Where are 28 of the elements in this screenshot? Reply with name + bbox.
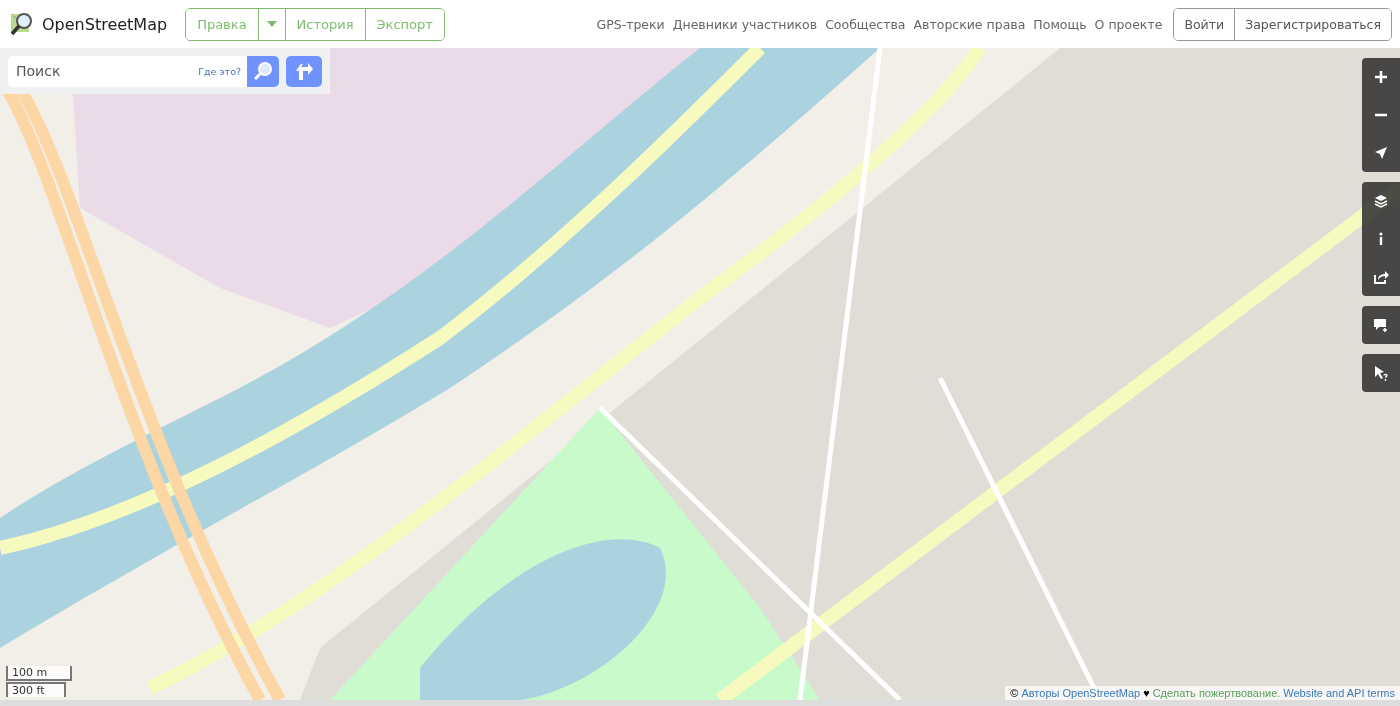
nav-link[interactable]: Помощь <box>1033 16 1087 32</box>
where-is-this-link[interactable]: Где это? <box>198 65 241 77</box>
note-add-icon <box>1373 317 1389 333</box>
terms-link[interactable]: Website and API terms <box>1283 687 1395 699</box>
auth-button[interactable]: Зарегистрироваться <box>1234 8 1391 40</box>
search-field[interactable]: Поиск Где это? <box>8 55 247 87</box>
nav-link[interactable]: О проекте <box>1094 16 1163 32</box>
nav-link[interactable]: Сообщества <box>825 16 906 32</box>
site-title[interactable]: OpenStreetMap <box>42 14 168 34</box>
caret-icon <box>266 21 277 27</box>
nav-link[interactable]: GPS-треки <box>596 16 665 32</box>
zoom-in-icon <box>1373 69 1389 85</box>
directions-button[interactable] <box>286 55 322 87</box>
nav-link[interactable]: Авторские права <box>913 16 1026 32</box>
cursor-question-icon <box>1373 365 1389 381</box>
heart-symbol: ♥ <box>1143 687 1150 699</box>
authors-link[interactable]: Авторы OpenStreetMap <box>1021 687 1141 699</box>
location-arrow-icon <box>1373 145 1389 161</box>
scale-bar-imperial: 300 ft <box>6 682 66 697</box>
layers-icon <box>1373 193 1389 209</box>
search-button[interactable] <box>247 55 279 87</box>
copyright-sign: © <box>1010 687 1019 699</box>
nav-link[interactable]: Дневники участников <box>672 16 818 32</box>
share-icon <box>1373 269 1389 285</box>
scale-bar-metric: 100 m <box>6 666 72 681</box>
donate-link[interactable]: Сделать пожертвование. <box>1152 687 1281 699</box>
search-icon <box>253 61 273 81</box>
turn-arrow-icon <box>294 61 314 81</box>
